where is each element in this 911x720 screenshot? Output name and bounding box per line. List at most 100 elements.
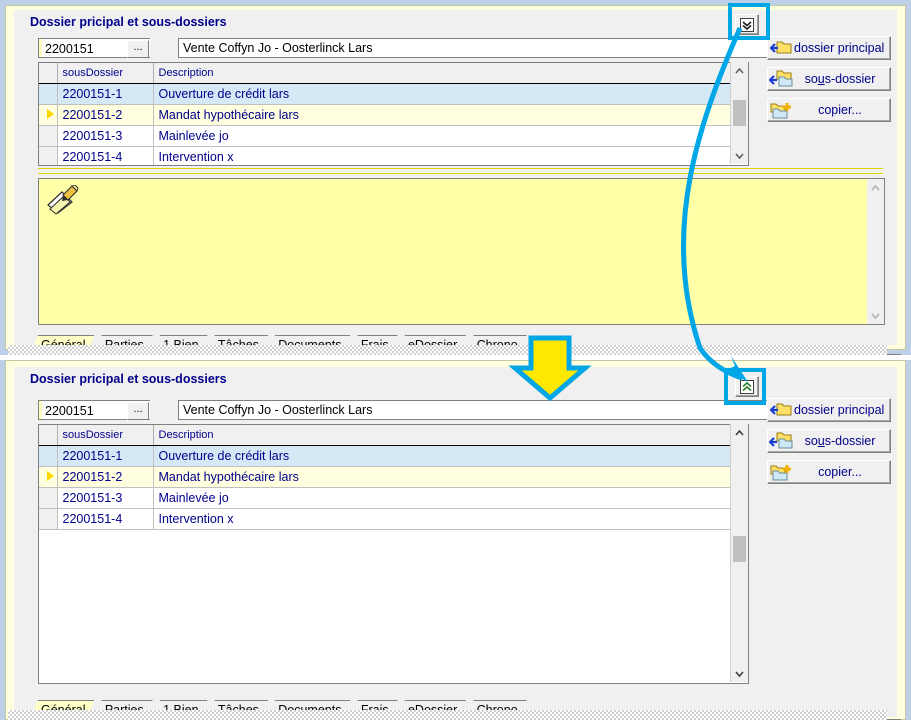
scroll-up-arrow-icon[interactable]: [731, 424, 748, 441]
panel-collapsed-content: Dossier pricipal et sous-dossiers ...: [14, 367, 901, 720]
scrollbar-thumb[interactable]: [733, 536, 746, 562]
table-row[interactable]: 2200151-3 Mainlevée jo: [39, 487, 748, 509]
dossier-number-field[interactable]: ...: [38, 400, 150, 421]
row-marker-cell: [39, 508, 58, 530]
table-row[interactable]: 2200151-3 Mainlevée jo: [39, 125, 748, 147]
dossier-principal-button[interactable]: dossier principal: [767, 398, 891, 422]
sous-dossier-label: sous-dossier: [804, 72, 876, 86]
row-description-cell: Ouverture de crédit lars: [153, 83, 748, 105]
table-row[interactable]: 2200151-1 Ouverture de crédit lars: [39, 83, 748, 105]
panel-collapsed: Dossier pricipal et sous-dossiers ...: [0, 360, 911, 720]
sous-dossier-button[interactable]: sous-dossier: [767, 429, 891, 453]
dossier-browse-button[interactable]: ...: [127, 40, 149, 58]
notes-scrollbar[interactable]: [867, 178, 885, 325]
sousdossier-grid-top[interactable]: sousDossier Description 2200151-1 Ouvert…: [38, 62, 749, 166]
table-row[interactable]: 2200151-4 Intervention x: [39, 508, 748, 530]
group-title-bottom: Dossier pricipal et sous-dossiers: [30, 372, 227, 386]
dossier-description-field[interactable]: [178, 400, 778, 420]
notes-pane[interactable]: [38, 178, 869, 325]
copier-button[interactable]: copier...: [767, 98, 891, 122]
column-header-marker[interactable]: [39, 425, 58, 446]
row-sousdossier-cell: 2200151-1: [57, 83, 154, 105]
notes-separator: [38, 168, 883, 174]
row-description-cell: Ouverture de crédit lars: [153, 445, 748, 467]
field-accent-strip: [39, 39, 42, 57]
dossier-number-input[interactable]: [43, 39, 131, 59]
folder-copy-icon: [768, 463, 794, 481]
row-description-cell: Intervention x: [153, 146, 748, 165]
table-header-row: sousDossier Description: [39, 425, 748, 446]
scroll-up-arrow-icon[interactable]: [867, 179, 884, 196]
notepad-pencil-icon: [47, 185, 79, 215]
dossier-fields-row-bottom: ...: [38, 400, 778, 421]
panel-collapsed-inner: Dossier pricipal et sous-dossiers ...: [5, 360, 906, 720]
highlight-expand-button: [728, 3, 770, 40]
dossier-browse-button[interactable]: ...: [127, 402, 149, 420]
panel-bottom-strip-top: [8, 345, 887, 355]
panel-bottom-strip-bottom: [8, 710, 887, 720]
table-header-row: sousDossier Description: [39, 63, 748, 84]
row-sousdossier-cell: 2200151-2: [57, 466, 154, 488]
folder-arrow-icon: [768, 402, 794, 418]
column-header-description[interactable]: Description: [153, 63, 748, 84]
row-description-cell: Mainlevée jo: [153, 487, 748, 509]
row-marker-cell: [39, 83, 58, 105]
panel-expanded-content: Dossier pricipal et sous-dossiers ...: [14, 10, 901, 355]
dossier-principal-label: dossier principal: [794, 403, 885, 417]
row-description-cell: Intervention x: [153, 508, 748, 530]
row-marker-cell: [39, 445, 58, 467]
row-marker-cell: [39, 104, 58, 126]
row-sousdossier-cell: 2200151-4: [57, 146, 154, 165]
folder-sub-icon: [768, 70, 794, 88]
current-row-arrow-icon: [46, 471, 54, 481]
row-sousdossier-cell: 2200151-4: [57, 508, 154, 530]
sousdossier-table: sousDossier Description 2200151-1 Ouvert…: [39, 63, 748, 165]
sousdossier-table: sousDossier Description 2200151-1 Ouvert…: [39, 425, 748, 530]
current-row-arrow-icon: [46, 109, 54, 119]
row-description-cell: Mandat hypothécaire lars: [153, 104, 748, 126]
folder-copy-icon: [768, 101, 794, 119]
row-marker-cell: [39, 487, 58, 509]
column-header-marker[interactable]: [39, 63, 58, 84]
dossier-description-input[interactable]: [179, 401, 777, 419]
copier-button[interactable]: copier...: [767, 460, 891, 484]
table-row[interactable]: 2200151-1 Ouverture de crédit lars: [39, 445, 748, 467]
group-title-top: Dossier pricipal et sous-dossiers: [30, 15, 227, 29]
grid-scrollbar-bottom[interactable]: [730, 424, 748, 682]
grid-scrollbar-top[interactable]: [730, 62, 748, 164]
folder-arrow-icon: [768, 40, 794, 56]
dossier-principal-label: dossier principal: [794, 41, 885, 55]
row-marker-cell: [39, 466, 58, 488]
column-header-sousdossier[interactable]: sousDossier: [57, 425, 154, 446]
dossier-principal-button[interactable]: dossier principal: [767, 36, 891, 60]
copier-label: copier...: [818, 103, 862, 117]
dossier-description-field[interactable]: [178, 38, 778, 58]
column-header-sousdossier[interactable]: sousDossier: [57, 63, 154, 84]
row-marker-cell: [39, 146, 58, 165]
field-accent-strip: [39, 401, 42, 419]
row-description-cell: Mainlevée jo: [153, 125, 748, 147]
dossier-number-field[interactable]: ...: [38, 38, 150, 59]
row-sousdossier-cell: 2200151-3: [57, 125, 154, 147]
scroll-down-arrow-icon[interactable]: [731, 147, 748, 164]
dossier-description-input[interactable]: [179, 39, 777, 57]
scroll-down-arrow-icon[interactable]: [867, 307, 884, 324]
table-row[interactable]: 2200151-2 Mandat hypothécaire lars: [39, 104, 748, 126]
panel-expanded-inner: Dossier pricipal et sous-dossiers ...: [5, 5, 906, 355]
row-sousdossier-cell: 2200151-2: [57, 104, 154, 126]
column-header-description[interactable]: Description: [153, 425, 748, 446]
scroll-up-arrow-icon[interactable]: [731, 62, 748, 79]
table-row[interactable]: 2200151-4 Intervention x: [39, 146, 748, 165]
dossier-number-input[interactable]: [43, 401, 131, 421]
scroll-down-arrow-icon[interactable]: [731, 665, 748, 682]
row-description-cell: Mandat hypothécaire lars: [153, 466, 748, 488]
scrollbar-thumb[interactable]: [733, 100, 746, 126]
table-row[interactable]: 2200151-2 Mandat hypothécaire lars: [39, 466, 748, 488]
row-sousdossier-cell: 2200151-1: [57, 445, 154, 467]
sousdossier-grid-bottom[interactable]: sousDossier Description 2200151-1 Ouvert…: [38, 424, 749, 684]
panel-expanded: Dossier pricipal et sous-dossiers ...: [0, 0, 911, 355]
sous-dossier-button[interactable]: sous-dossier: [767, 67, 891, 91]
copier-label: copier...: [818, 465, 862, 479]
sous-dossier-label: sous-dossier: [804, 434, 876, 448]
highlight-collapse-button: [724, 368, 766, 405]
